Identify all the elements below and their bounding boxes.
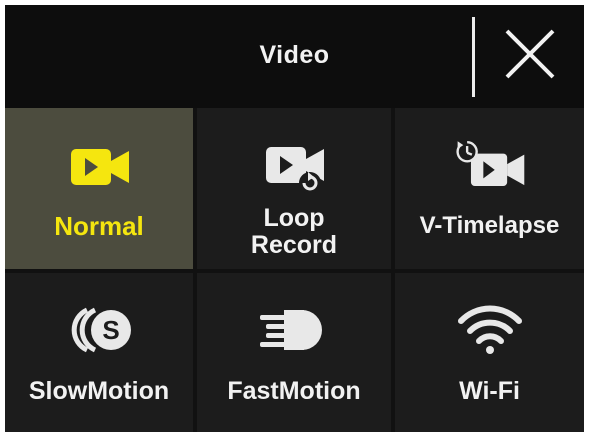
mode-label-v-timelapse: V-Timelapse [419,212,560,239]
header-divider [472,17,475,97]
timelapse-icon [450,132,530,202]
video-menu-screen: Video Normal Loop Record V-Timelapse S S… [5,5,584,432]
mode-tile-slow-motion[interactable]: S SlowMotion [5,273,193,432]
wifi-icon [450,293,530,363]
mode-tile-loop-record[interactable]: Loop Record [197,108,391,269]
video-camera-icon [59,132,139,202]
svg-text:S: S [102,315,119,345]
mode-tile-fast-motion[interactable]: FastMotion [197,273,391,432]
mode-label-loop-record: Loop Record [197,205,391,259]
mode-tile-wifi[interactable]: Wi-Fi [395,273,584,432]
mode-label-slow-motion: SlowMotion [28,377,170,405]
mode-label-loop-record-line1: Loop [263,204,325,232]
mode-label-fast-motion: FastMotion [227,377,361,405]
close-icon [505,29,555,79]
mode-label-loop-record-line2: Record [250,231,338,259]
mode-tile-normal[interactable]: Normal [5,108,193,269]
mode-label-wifi: Wi-Fi [459,377,520,405]
close-button[interactable] [495,19,565,89]
mode-tile-v-timelapse[interactable]: V-Timelapse [395,108,584,269]
fast-motion-icon [254,295,334,365]
header: Video [5,5,584,108]
loop-record-icon [254,132,334,202]
mode-grid: Normal Loop Record V-Timelapse S SlowMot… [5,108,584,432]
mode-label-normal: Normal [54,211,144,241]
slow-motion-icon: S [59,295,139,365]
